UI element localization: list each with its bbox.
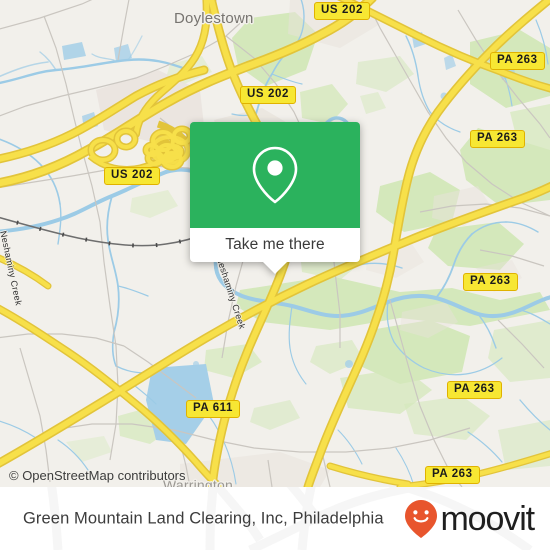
popup-cta-label: Take me there <box>225 236 325 253</box>
moovit-pin-smiley-icon <box>405 499 438 538</box>
popup-action-bar[interactable]: Take me there <box>190 228 360 274</box>
map-canvas[interactable]: Doylestown Warrington Neshaminy Creek Ne… <box>0 0 550 487</box>
road-shield-pa-263-5[interactable]: PA 263 <box>425 466 480 484</box>
road-shield-pa-263-1[interactable]: PA 263 <box>490 52 545 70</box>
road-shield-us-202-center[interactable]: US 202 <box>240 86 296 104</box>
map-pin-icon <box>252 146 298 204</box>
road-shield-pa-263-4[interactable]: PA 263 <box>447 381 502 399</box>
road-shield-us-202-north[interactable]: US 202 <box>314 2 370 20</box>
moovit-logo[interactable]: moovit <box>403 499 535 539</box>
road-shield-pa-611[interactable]: PA 611 <box>186 400 241 418</box>
road-shield-us-202-west[interactable]: US 202 <box>104 167 160 185</box>
location-popup-card[interactable]: Take me there <box>190 122 360 274</box>
map-screenshot-page: Doylestown Warrington Neshaminy Creek Ne… <box>0 0 550 550</box>
moovit-wordmark: moovit <box>440 499 535 538</box>
footer-place-title: Green Mountain Land Clearing, Inc, Phila… <box>23 509 384 527</box>
popup-pointer-arrow <box>263 262 287 274</box>
road-shield-pa-263-3[interactable]: PA 263 <box>463 273 518 291</box>
road-shield-pa-263-2[interactable]: PA 263 <box>470 130 525 148</box>
popup-image-panel <box>190 122 360 228</box>
map-attribution[interactable]: © OpenStreetMap contributors <box>9 468 186 483</box>
place-label-doylestown: Doylestown <box>174 10 254 27</box>
footer-bar: Green Mountain Land Clearing, Inc, Phila… <box>0 487 550 550</box>
